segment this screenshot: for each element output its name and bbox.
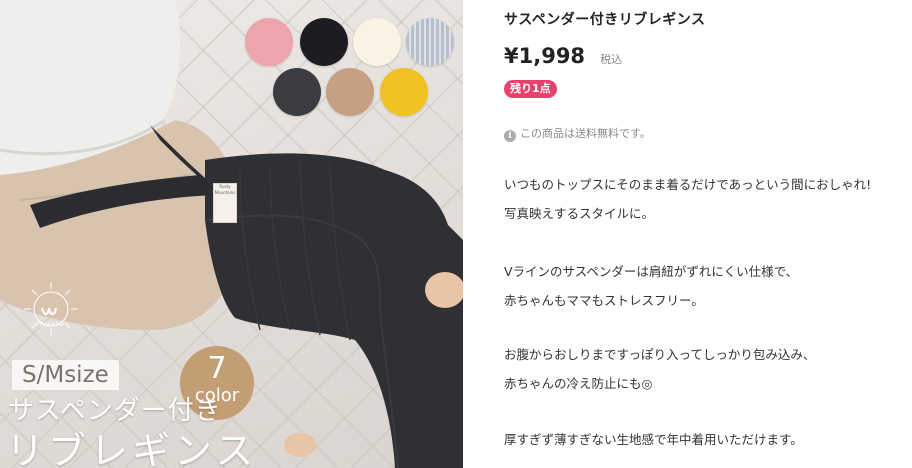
product-title: サスペンダー付きリブレギンス bbox=[504, 12, 706, 28]
price: ¥1,998 bbox=[504, 44, 586, 68]
swatch-ivory[interactable] bbox=[353, 18, 401, 66]
info-icon: i bbox=[504, 130, 516, 142]
description-line: Vラインのサスペンダーは肩紐がずれにくい仕様で、 bbox=[504, 264, 799, 279]
description-line: 写真映えするスタイルに。 bbox=[504, 206, 655, 221]
swatch-stripe[interactable] bbox=[406, 18, 454, 66]
description-line: 赤ちゃんの冷え防止にも◎ bbox=[504, 376, 653, 391]
swatch-black[interactable] bbox=[300, 18, 348, 66]
swatch-beige[interactable] bbox=[326, 68, 374, 116]
price-row: ¥1,998 税込 bbox=[504, 44, 622, 68]
description-line: いつものトップスにそのまま着るだけであっという間におしゃれ! bbox=[504, 177, 872, 192]
image-title: リブレギンス bbox=[6, 429, 258, 468]
description-line: お腹からおしりまですっぽり入ってしっかり包み込み、 bbox=[504, 347, 816, 362]
sun-icon bbox=[24, 282, 78, 336]
logo-text: muuto bbox=[37, 320, 65, 328]
product-details: サスペンダー付きリブレギンス ¥1,998 税込 残り1点 i この商品は送料無料… bbox=[504, 0, 912, 468]
size-badge: S/Msize bbox=[12, 360, 119, 390]
description-line: 厚すぎず薄すぎない生地感で年中着用いただけます。 bbox=[504, 432, 803, 447]
product-image[interactable]: Rusty Mountains muuto 7 color S/Msize サス… bbox=[0, 0, 463, 468]
swatch-charcoal[interactable] bbox=[273, 68, 321, 116]
tax-label: 税込 bbox=[600, 53, 623, 66]
shipping-note: i この商品は送料無料です。 bbox=[504, 125, 651, 142]
garment-tag: Rusty Mountains bbox=[213, 183, 237, 223]
description-line: 赤ちゃんもママもストレスフリー。 bbox=[504, 293, 704, 308]
swatch-yellow[interactable] bbox=[380, 68, 428, 116]
swatch-pink[interactable] bbox=[245, 18, 293, 66]
stock-badge: 残り1点 bbox=[504, 80, 557, 98]
color-count: 7 bbox=[207, 351, 227, 386]
shipping-note-text: この商品は送料無料です。 bbox=[520, 127, 651, 140]
brand-logo: muuto bbox=[22, 280, 80, 338]
